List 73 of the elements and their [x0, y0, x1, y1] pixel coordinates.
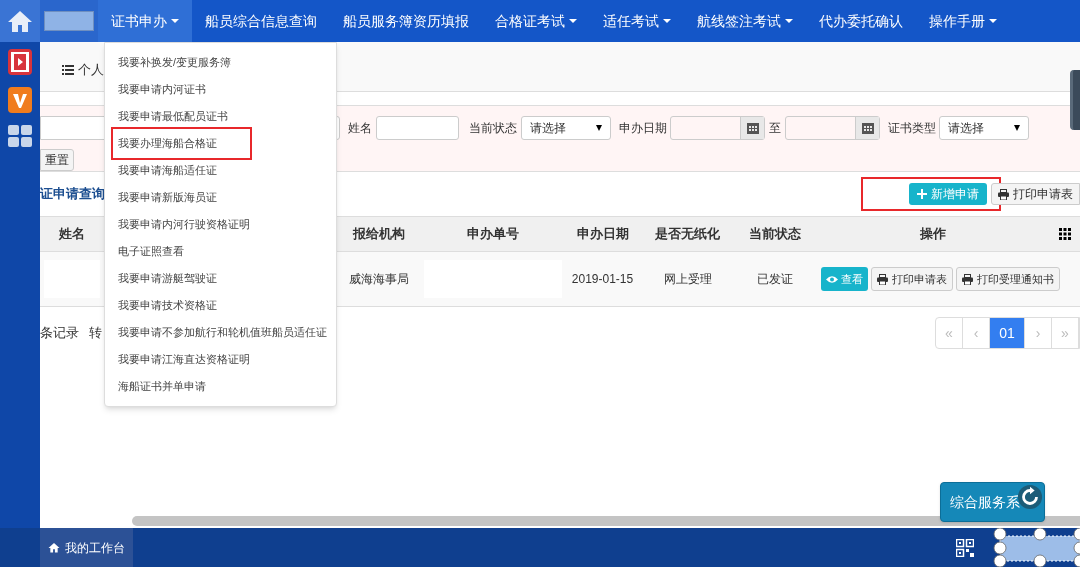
menu-item[interactable]: 我要申请内河行驶资格证明	[105, 211, 336, 238]
records-label: 条记录	[40, 324, 79, 342]
nav-menu-item[interactable]: 航线签注考试	[684, 0, 806, 42]
section-title: 证申请查询	[40, 185, 105, 204]
column-grid-icon	[1059, 228, 1071, 240]
app-icon	[7, 86, 33, 114]
film-icon	[7, 48, 33, 76]
workbench-tab[interactable]: 我的工作台	[40, 528, 133, 567]
caret-icon	[1014, 124, 1020, 131]
menu-item[interactable]: 我要申请海船适任证	[105, 157, 336, 184]
menu-item[interactable]: 我要申请技术资格证	[105, 292, 336, 319]
menu-item[interactable]: 电子证照查看	[105, 238, 336, 265]
table-cell-text: 威海海事局	[348, 271, 409, 288]
page-button[interactable]: 01	[990, 318, 1025, 348]
field-label: 姓名	[348, 119, 372, 137]
calendar-icon	[861, 121, 874, 134]
printer-icon	[998, 188, 1009, 200]
service-system-button[interactable]: 综合服务系	[940, 482, 1045, 522]
home-icon	[7, 9, 33, 33]
list-icon	[62, 65, 74, 75]
goto-label: 转	[89, 324, 102, 342]
field-label: 申办日期	[619, 119, 667, 137]
menu-item[interactable]: 我要申请最低配员证书	[105, 103, 336, 130]
printer-icon	[962, 273, 973, 285]
calendar-icon	[746, 121, 759, 134]
caret-icon	[596, 124, 602, 131]
field-label: 至	[769, 119, 781, 137]
logo-placeholder	[44, 11, 94, 31]
column-header: 操作	[919, 225, 946, 244]
print-button[interactable]: 打印受理通知书	[956, 267, 1060, 291]
nav-menu-item[interactable]: 操作手册	[916, 0, 1010, 42]
nav-menu-item[interactable]: 合格证考试	[482, 0, 590, 42]
nav-menu-item[interactable]: 船员服务簿资历填报	[330, 0, 482, 42]
menu-item[interactable]: 我要补换发/变更服务簿	[105, 49, 336, 76]
side-widget[interactable]	[1070, 70, 1080, 130]
menu-item[interactable]: 我要申请不参加航行和轮机值班船员适任证	[105, 319, 336, 346]
plus-icon	[917, 189, 927, 199]
menu-item[interactable]: 我要申请内河证书	[105, 76, 336, 103]
grid-icon	[7, 124, 33, 148]
field-label: 当前状态	[469, 119, 517, 137]
print-form-button[interactable]: 打印申请表	[991, 183, 1080, 205]
nav-menu-item[interactable]: 适任考试	[590, 0, 684, 42]
table-cell-text: 网上受理	[663, 271, 712, 288]
select-field[interactable]: 请选择	[521, 115, 611, 140]
date-field[interactable]	[785, 115, 880, 140]
nav-menu-item[interactable]: 证书申办	[98, 0, 192, 42]
menu-item[interactable]: 我要办理海船合格证	[113, 130, 217, 157]
select-field[interactable]: 请选择	[939, 115, 1029, 140]
table-cell-text: 已发证	[757, 271, 793, 288]
menu-item[interactable]: 我要申请新版海员证	[105, 184, 336, 211]
qr-code-icon	[956, 538, 974, 557]
column-header: 姓名	[59, 225, 85, 244]
eye-icon	[826, 274, 838, 284]
column-header: 申办单号	[466, 225, 519, 244]
print-button[interactable]: 打印申请表	[871, 267, 953, 291]
menu-item[interactable]: 我要申请江海直达资格证明	[105, 346, 336, 373]
date-field[interactable]	[670, 115, 765, 140]
menu-item[interactable]: 我要申请游艇驾驶证	[105, 265, 336, 292]
field-label: 证书类型	[888, 119, 936, 137]
home-icon	[48, 542, 60, 553]
horizontal-scrollbar[interactable]	[132, 516, 1080, 526]
column-header: 是否无纸化	[655, 225, 720, 244]
menu-item[interactable]: 海船证书并单申请	[105, 373, 336, 400]
nav-menu-item[interactable]: 代办委托确认	[806, 0, 916, 42]
nav-menu-item[interactable]: 船员综合信息查询	[192, 0, 330, 42]
column-header: 报给机构	[352, 225, 405, 244]
column-header: 当前状态	[749, 225, 801, 244]
name-input[interactable]	[376, 115, 459, 140]
reset-button[interactable]: 重置	[40, 149, 74, 171]
printer-icon	[877, 273, 888, 285]
table-cell-text: 2019-01-15	[571, 271, 634, 288]
tab[interactable]: 个人	[60, 49, 106, 91]
column-header: 申办日期	[576, 225, 629, 244]
